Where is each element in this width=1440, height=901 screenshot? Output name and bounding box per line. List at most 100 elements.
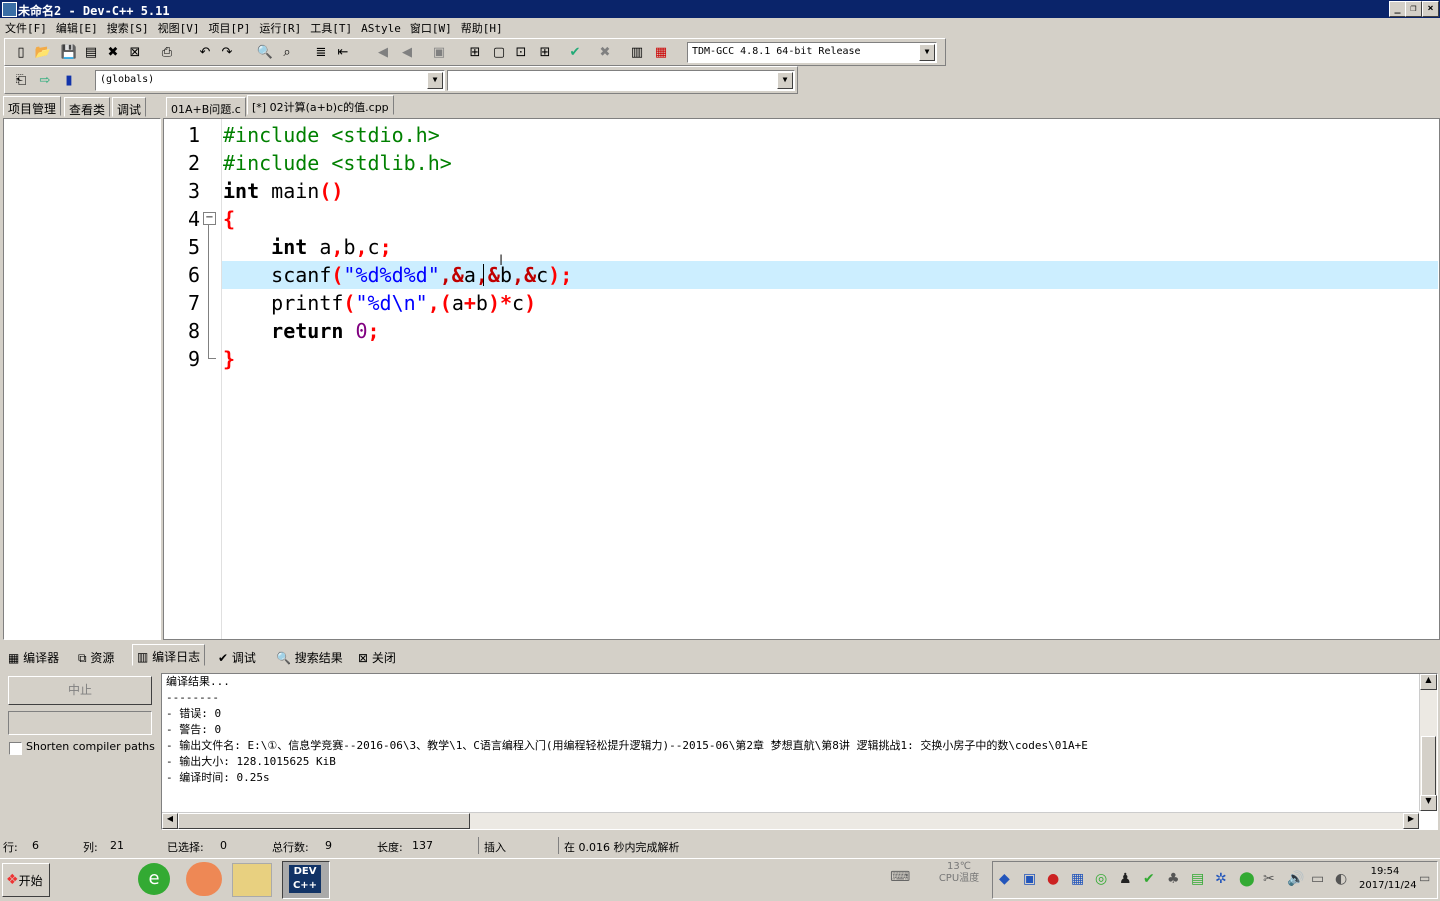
status-col-label: 列: [83,841,98,854]
scope-select[interactable]: (globals) ▼ [95,70,445,91]
tray-record-icon[interactable]: ● [1047,871,1059,887]
tray-network-icon[interactable]: ✲ [1215,871,1227,887]
compile-log-output[interactable]: 编译结果... -------- - 错误: 0 - 警告: 0 - 输出文件名… [161,673,1438,830]
status-mode: 插入 [484,841,506,854]
code-line: int main() [223,177,343,205]
restore-button[interactable]: ❐ [1405,1,1422,17]
save-icon[interactable]: 💾 [59,42,79,62]
show-desktop-icon[interactable]: ▭ [1419,871,1430,885]
tab-resources[interactable]: ⧉ 资源 [74,646,118,668]
compile-run-icon[interactable]: ⊡ [511,42,531,62]
vertical-scrollbar[interactable]: ▲ ▼ [1419,674,1437,811]
tray-clock[interactable]: 19:54 2017/11/24 [1359,865,1417,893]
keyboard-icon[interactable]: ⌨ [890,869,910,885]
tab-compiler[interactable]: ▦ 编译器 [4,646,63,668]
scroll-right-icon[interactable]: ▶ [1403,813,1419,829]
menu-window[interactable]: 窗口[W] [405,18,456,36]
tray-grid-icon[interactable]: ▦ [1071,871,1084,887]
scroll-left-icon[interactable]: ◀ [162,813,178,829]
code-token: ) [524,291,537,315]
indent-icon[interactable]: ≣ [311,42,331,62]
menu-tools[interactable]: 工具[T] [305,18,356,36]
taskbar-devcpp-button[interactable]: DEV C++ [282,861,330,899]
vertical-scroll-thumb[interactable] [1421,736,1436,796]
goto-bookmark-icon[interactable]: ◀ [397,42,417,62]
function-select[interactable]: ▼ [447,70,795,91]
tray-speaker-icon[interactable]: ◐ [1335,871,1347,887]
tray-update-icon[interactable]: ⬤ [1239,871,1255,887]
tab-file-1[interactable]: 01A+B问题.c [166,97,246,117]
tab-debug[interactable]: 调试 [112,97,147,117]
goto-declaration-icon[interactable]: ⎗ [11,70,31,90]
tray-tools-icon[interactable]: ✂ [1263,871,1275,887]
save-all-icon[interactable]: ▤ [81,42,101,62]
menu-help[interactable]: 帮助[H] [456,18,507,36]
scroll-up-icon[interactable]: ▲ [1420,674,1437,690]
undo-icon[interactable]: ↶ [195,42,215,62]
start-button[interactable]: ❖ 开始 [2,863,50,897]
tray-qq-icon[interactable]: ♟ [1119,871,1132,887]
goto-definition-icon[interactable]: ⇨ [35,70,55,90]
compiler-grid-icon: ▦ [8,651,24,665]
close-all-icon[interactable]: ⊠ [125,42,145,62]
bookmark-icon[interactable]: ▮ [59,70,79,90]
abort-button[interactable]: 中止 [8,676,152,705]
compiler-select[interactable]: TDM-GCC 4.8.1 64-bit Release ▼ [687,42,937,63]
tray-check-icon[interactable]: ✔ [1143,871,1155,887]
chevron-down-icon[interactable]: ▼ [427,72,443,89]
redo-icon[interactable]: ↷ [217,42,237,62]
scroll-down-icon[interactable]: ▼ [1420,795,1437,811]
menu-file[interactable]: 文件[F] [0,18,51,36]
open-file-icon[interactable]: 📂 [33,42,53,62]
menu-astyle[interactable]: AStyle [356,20,405,35]
replace-icon[interactable]: ⌕ [277,42,297,62]
close-file-icon[interactable]: ✖ [103,42,123,62]
tab-file-2[interactable]: [*] 02计算(a+b)c的值.cpp [247,95,394,115]
new-file-icon[interactable]: ▯ [11,42,31,62]
compile-icon[interactable]: ⊞ [465,42,485,62]
tab-search-results[interactable]: 🔍 搜索结果 [272,646,347,668]
tab-debug-bottom[interactable]: ✔ 调试 [214,646,260,668]
toggle-bookmark-icon[interactable]: ◀ [373,42,393,62]
minimize-button[interactable]: _ [1389,1,1406,17]
code-editor[interactable]: 1 2 3 4 5 6 7 8 9 − #include <stdio.h> #i… [163,118,1440,640]
menu-search[interactable]: 搜索[S] [102,18,153,36]
tray-users-icon[interactable]: ♣ [1167,871,1180,887]
tab-compiler-label: 编译器 [23,651,60,665]
delete-profile-icon[interactable]: ▦ [651,42,671,62]
horizontal-scrollbar[interactable]: ◀ ▶ [162,812,1419,829]
chevron-down-icon[interactable]: ▼ [919,44,935,61]
horizontal-scroll-thumb[interactable] [178,813,470,829]
tray-shield-icon[interactable]: ◆ [999,871,1010,887]
browser-icon[interactable]: e [138,863,170,895]
print-icon[interactable]: ⎙ [157,42,177,62]
rebuild-icon[interactable]: ⊞ [535,42,555,62]
tab-classes[interactable]: 查看类 [64,97,111,117]
menu-project[interactable]: 项目[P] [204,18,255,36]
comment-icon[interactable]: ▣ [429,42,449,62]
find-icon[interactable]: 🔍 [255,42,275,62]
tab-close[interactable]: ⊠ 关闭 [354,646,400,668]
menu-edit[interactable]: 编辑[E] [51,18,102,36]
tab-project[interactable]: 项目管理 [3,96,62,116]
menu-view[interactable]: 视图[V] [153,18,204,36]
tray-refresh-icon[interactable]: ◎ [1095,871,1107,887]
tray-battery-icon[interactable]: ▤ [1191,871,1204,887]
run-icon[interactable]: ▢ [489,42,509,62]
close-button[interactable]: × [1422,1,1439,17]
shorten-paths-checkbox[interactable] [9,742,22,755]
check-syntax-icon[interactable]: ✔ [565,42,585,62]
menu-run[interactable]: 运行[R] [254,18,305,36]
tray-box-icon[interactable]: ▣ [1023,871,1036,887]
chevron-down-icon[interactable]: ▼ [777,72,793,89]
profile-icon[interactable]: ▥ [627,42,647,62]
tray-monitor-icon[interactable]: ▭ [1311,871,1324,887]
stop-icon[interactable]: ✖ [595,42,615,62]
media-app-icon[interactable] [186,862,222,896]
fold-collapse-icon[interactable]: − [203,212,216,225]
project-tree[interactable] [3,118,161,640]
unindent-icon[interactable]: ⇤ [333,42,353,62]
tray-volume-icon[interactable]: 🔊 [1287,871,1304,887]
tab-compile-log[interactable]: ▥ 编译日志 [132,644,206,666]
folder-icon[interactable] [232,863,272,897]
